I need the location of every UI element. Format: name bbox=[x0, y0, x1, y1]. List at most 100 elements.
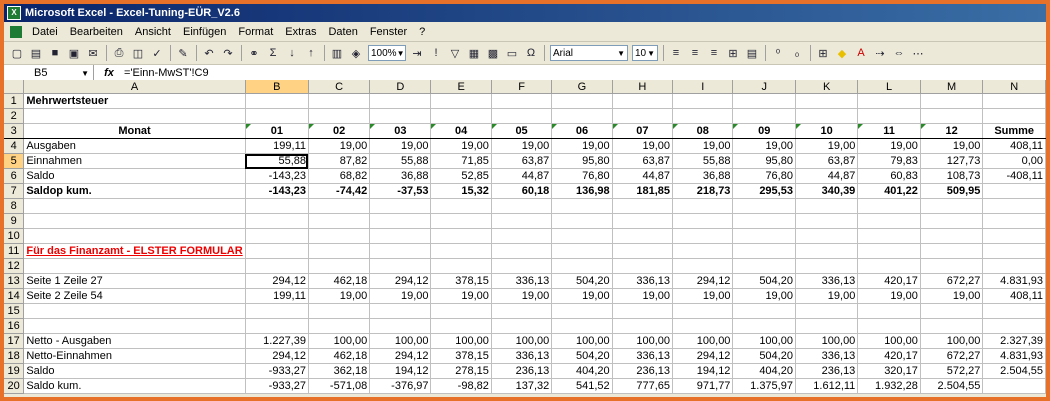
cell-j3[interactable]: 09 bbox=[732, 123, 796, 139]
cell-i11[interactable] bbox=[672, 243, 734, 259]
cell-e2[interactable] bbox=[430, 108, 492, 124]
cell-g14[interactable]: 19,00 bbox=[551, 288, 613, 304]
cell-f12[interactable] bbox=[491, 258, 553, 274]
cell-b19[interactable]: -933,27 bbox=[245, 363, 309, 379]
cell-c4[interactable]: 19,00 bbox=[308, 138, 371, 154]
cell-l16[interactable] bbox=[857, 318, 921, 334]
cell-l14[interactable]: 19,00 bbox=[857, 288, 921, 304]
cell-n8[interactable] bbox=[982, 198, 1046, 214]
cell-a11[interactable]: Für das Finanzamt - ELSTER FORMULAR bbox=[23, 243, 246, 259]
cell-b10[interactable] bbox=[245, 228, 309, 244]
row-header[interactable]: 3 bbox=[4, 123, 25, 139]
cell-l10[interactable] bbox=[857, 228, 921, 244]
cell-e20[interactable]: -98,82 bbox=[430, 378, 492, 394]
font-size-select[interactable]: 10 ▼ bbox=[632, 45, 658, 61]
cell-i1[interactable] bbox=[672, 93, 734, 109]
save-icon[interactable]: ■ bbox=[46, 44, 64, 62]
cell-d15[interactable] bbox=[369, 303, 432, 319]
cell-g18[interactable]: 504,20 bbox=[551, 348, 613, 364]
cell-c10[interactable] bbox=[308, 228, 371, 244]
cell-g4[interactable]: 19,00 bbox=[551, 138, 613, 154]
format-painter-icon[interactable]: ✎ bbox=[174, 44, 192, 62]
cell-k20[interactable]: 1.612,11 bbox=[795, 378, 859, 394]
cell-c6[interactable]: 68,82 bbox=[308, 168, 371, 184]
cell-h11[interactable] bbox=[612, 243, 674, 259]
cell-j4[interactable]: 19,00 bbox=[732, 138, 796, 154]
cell-k5[interactable]: 63,87 bbox=[795, 153, 859, 169]
cell-g15[interactable] bbox=[551, 303, 613, 319]
cell-h15[interactable] bbox=[612, 303, 674, 319]
new-icon[interactable]: ▢ bbox=[8, 44, 26, 62]
cell-l13[interactable]: 420,17 bbox=[857, 273, 921, 289]
cell-a7[interactable]: Saldop kum. bbox=[23, 183, 246, 199]
column-header-g[interactable]: G bbox=[551, 80, 613, 94]
undo-icon[interactable]: ↶ bbox=[200, 44, 218, 62]
cell-a15[interactable] bbox=[23, 303, 246, 319]
cell-n18[interactable]: 4.831,93 bbox=[982, 348, 1046, 364]
menu-extras[interactable]: Extras bbox=[279, 26, 322, 38]
cell-g17[interactable]: 100,00 bbox=[551, 333, 613, 349]
column-header-d[interactable]: D bbox=[369, 80, 432, 94]
row-header[interactable]: 19 bbox=[4, 363, 25, 379]
cell-d3[interactable]: 03 bbox=[369, 123, 432, 139]
cell-i7[interactable]: 218,73 bbox=[672, 183, 734, 199]
sheet-icon[interactable]: ⇢ bbox=[871, 44, 889, 62]
cell-k12[interactable] bbox=[795, 258, 859, 274]
cell-n11[interactable] bbox=[982, 243, 1046, 259]
cell-c7[interactable]: -74,42 bbox=[308, 183, 371, 199]
cell-h9[interactable] bbox=[612, 213, 674, 229]
cell-k18[interactable]: 336,13 bbox=[795, 348, 859, 364]
cell-e8[interactable] bbox=[430, 198, 492, 214]
sort-descending-icon[interactable]: ↑ bbox=[302, 44, 320, 62]
cell-b2[interactable] bbox=[245, 108, 309, 124]
column-header-m[interactable]: M bbox=[920, 80, 984, 94]
cell-n2[interactable] bbox=[982, 108, 1046, 124]
cell-b17[interactable]: 1.227,39 bbox=[245, 333, 309, 349]
cell-m5[interactable]: 127,73 bbox=[920, 153, 984, 169]
cell-d12[interactable] bbox=[369, 258, 432, 274]
cell-b7[interactable]: -143,23 bbox=[245, 183, 309, 199]
column-header-k[interactable]: K bbox=[795, 80, 859, 94]
cell-n19[interactable]: 2.504,55 bbox=[982, 363, 1046, 379]
menu-format[interactable]: Format bbox=[232, 26, 279, 38]
cell-g3[interactable]: 06 bbox=[551, 123, 613, 139]
cell-d4[interactable]: 19,00 bbox=[369, 138, 432, 154]
cell-m6[interactable]: 108,73 bbox=[920, 168, 984, 184]
cell-j2[interactable] bbox=[732, 108, 796, 124]
cell-a6[interactable]: Saldo bbox=[23, 168, 246, 184]
cell-j8[interactable] bbox=[732, 198, 796, 214]
cell-j1[interactable] bbox=[732, 93, 796, 109]
formula-input[interactable]: ='Einn-MwST'!C9 bbox=[124, 67, 209, 79]
row-header[interactable]: 20 bbox=[4, 378, 25, 394]
currency-icon[interactable]: ▤ bbox=[743, 44, 761, 62]
menu-ansicht[interactable]: Ansicht bbox=[129, 26, 177, 38]
cell-j19[interactable]: 404,20 bbox=[732, 363, 796, 379]
cell-m20[interactable]: 2.504,55 bbox=[920, 378, 984, 394]
row-header[interactable]: 15 bbox=[4, 303, 25, 319]
spelling-icon[interactable]: ✓ bbox=[148, 44, 166, 62]
cell-j10[interactable] bbox=[732, 228, 796, 244]
cell-l7[interactable]: 401,22 bbox=[857, 183, 921, 199]
borders-icon[interactable]: ⊞ bbox=[814, 44, 832, 62]
cell-i14[interactable]: 19,00 bbox=[672, 288, 734, 304]
cell-e17[interactable]: 100,00 bbox=[430, 333, 492, 349]
form-icon[interactable]: ▭ bbox=[503, 44, 521, 62]
cell-n17[interactable]: 2.327,39 bbox=[982, 333, 1046, 349]
cell-e9[interactable] bbox=[430, 213, 492, 229]
cell-d5[interactable]: 55,88 bbox=[369, 153, 432, 169]
zoom-select[interactable]: 100% ▼ bbox=[368, 45, 406, 61]
cell-n10[interactable] bbox=[982, 228, 1046, 244]
cell-h17[interactable]: 100,00 bbox=[612, 333, 674, 349]
cell-j14[interactable]: 19,00 bbox=[732, 288, 796, 304]
cell-l8[interactable] bbox=[857, 198, 921, 214]
cell-n5[interactable]: 0,00 bbox=[982, 153, 1046, 169]
symbol-icon[interactable]: Ω bbox=[522, 44, 540, 62]
cell-l2[interactable] bbox=[857, 108, 921, 124]
cell-g5[interactable]: 95,80 bbox=[551, 153, 613, 169]
cell-e16[interactable] bbox=[430, 318, 492, 334]
cell-m13[interactable]: 672,27 bbox=[920, 273, 984, 289]
cell-e18[interactable]: 378,15 bbox=[430, 348, 492, 364]
cell-m14[interactable]: 19,00 bbox=[920, 288, 984, 304]
decrease-decimal-icon[interactable]: ₀ bbox=[788, 44, 806, 62]
cell-h3[interactable]: 07 bbox=[612, 123, 674, 139]
